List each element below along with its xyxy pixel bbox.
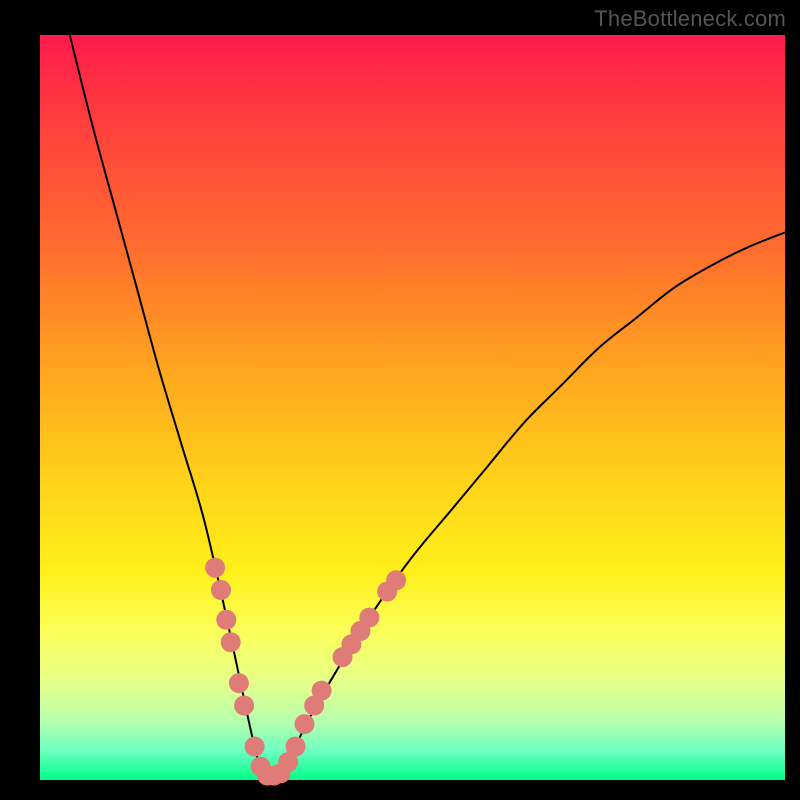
watermark-text: TheBottleneck.com bbox=[594, 6, 786, 32]
data-marker bbox=[245, 737, 265, 757]
bottleneck-curve bbox=[70, 35, 785, 780]
data-marker bbox=[211, 580, 231, 600]
curve-layer bbox=[70, 35, 785, 780]
data-marker bbox=[221, 632, 241, 652]
data-marker bbox=[312, 681, 332, 701]
data-marker bbox=[359, 608, 379, 628]
data-marker bbox=[205, 558, 225, 578]
data-marker bbox=[229, 673, 249, 693]
data-marker bbox=[234, 696, 254, 716]
data-marker bbox=[295, 714, 315, 734]
plot-area bbox=[40, 35, 785, 780]
marker-layer bbox=[205, 558, 406, 786]
data-marker bbox=[286, 737, 306, 757]
data-marker bbox=[386, 570, 406, 590]
chart-frame: TheBottleneck.com bbox=[0, 0, 800, 800]
chart-svg bbox=[40, 35, 785, 780]
data-marker bbox=[216, 610, 236, 630]
